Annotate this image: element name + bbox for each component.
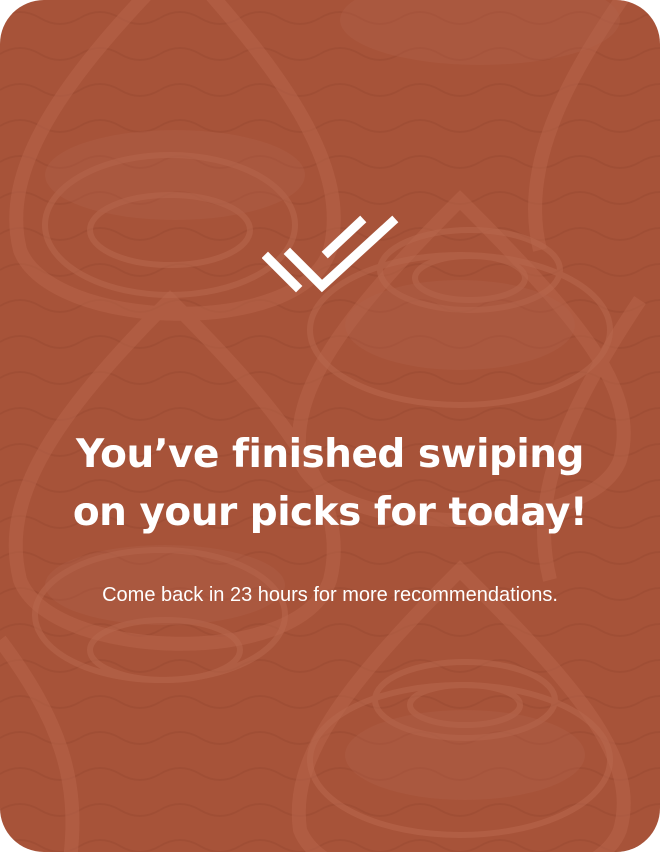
completion-subtitle: Come back in 23 hours for more recommend… [102,584,558,606]
completion-title: You’ve finished swiping on your picks fo… [30,426,630,542]
completion-title-line-2: on your picks for today! [72,490,588,535]
completion-card: You’ve finished swiping on your picks fo… [0,0,660,852]
double-check-icon [262,215,399,293]
completion-title-line-1: You’ve finished swiping [76,432,584,477]
